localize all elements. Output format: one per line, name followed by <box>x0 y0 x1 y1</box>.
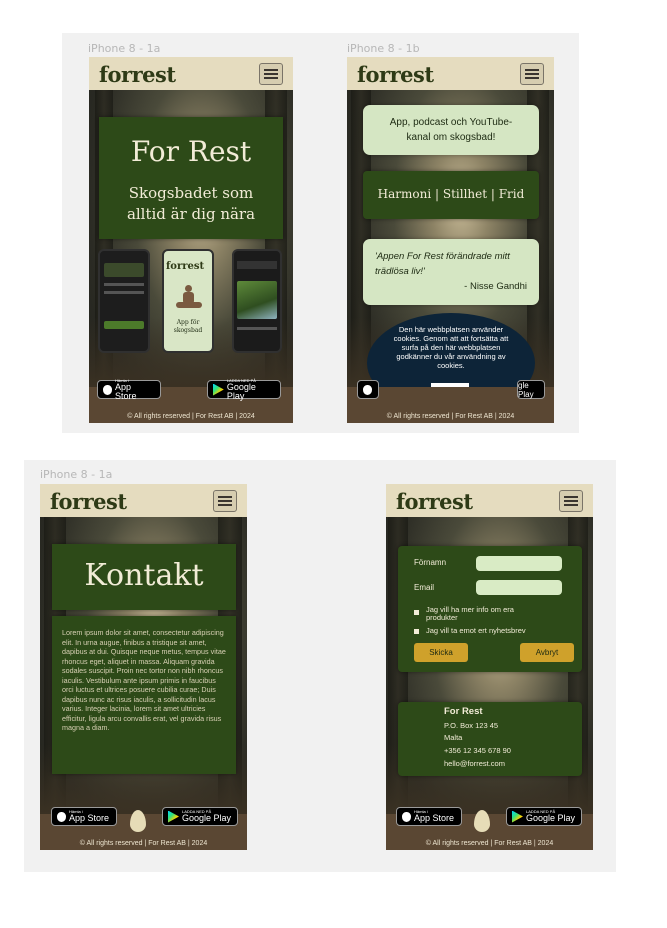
frame-label-1b: iPhone 8 - 1b <box>347 42 420 55</box>
google-play-icon <box>512 810 523 823</box>
logo[interactable]: forrest <box>99 62 176 87</box>
copyright: © All rights reserved | For Rest AB | 20… <box>127 413 255 420</box>
apple-icon <box>363 384 372 395</box>
apple-icon <box>103 384 112 395</box>
apple-icon <box>402 811 411 822</box>
app-mockup-right <box>232 249 282 353</box>
quote-card: 'Appen For Rest förändrade mitt trädlösa… <box>363 239 539 305</box>
header: forrest <box>40 484 247 517</box>
submit-button[interactable]: Skicka <box>414 643 468 662</box>
app-store-button[interactable]: Hämta i App Store <box>97 378 161 400</box>
google-play-button[interactable]: LADDA NED PÅ Google Play <box>207 378 281 400</box>
google-play-icon <box>213 383 224 396</box>
cookie-text: Den här webbplatsen använder cookies. Ge… <box>393 325 509 370</box>
google-play-button[interactable]: gle Play <box>517 380 545 399</box>
leaf-icon <box>130 810 146 832</box>
app-mockup-center: forrest App för skogsbad <box>162 249 214 353</box>
screen-contact: forrest Kontakt Lorem ipsum dolor sit am… <box>40 484 247 850</box>
contact-title-box: Kontakt <box>52 544 236 610</box>
hamburger-menu-icon[interactable] <box>213 490 237 512</box>
cancel-button[interactable]: Avbryt <box>520 643 574 662</box>
newsletter-checkbox-label: Jag vill ta emot ert nyhetsbrev <box>426 626 526 635</box>
apple-icon <box>57 811 66 822</box>
meditation-figure-icon <box>176 285 202 309</box>
app-store-button[interactable]: Hämta i App Store <box>51 807 117 826</box>
info-checkbox[interactable] <box>414 610 419 615</box>
header: forrest <box>347 57 554 90</box>
quote-author: - Nisse Gandhi <box>464 281 527 292</box>
logo[interactable]: forrest <box>357 62 434 87</box>
contact-body-box: Lorem ipsum dolor sit amet, consectetur … <box>52 616 236 774</box>
hamburger-menu-icon[interactable] <box>559 490 583 512</box>
hero-box: For Rest Skogsbadet som alltid är dig nä… <box>99 117 283 239</box>
leaf-icon <box>474 810 490 832</box>
copyright: © All rights reserved | For Rest AB | 20… <box>425 840 554 847</box>
company-name: For Rest <box>444 706 483 717</box>
intro-card: App, podcast och YouTube-kanal om skogsb… <box>363 105 539 155</box>
newsletter-checkbox[interactable] <box>414 629 419 634</box>
copyright: © All rights reserved | For Rest AB | 20… <box>386 413 515 420</box>
hamburger-menu-icon[interactable] <box>520 63 544 85</box>
google-play-icon <box>168 810 179 823</box>
info-checkbox-label: Jag vill ha mer info om era produkter <box>426 605 514 622</box>
app-store-button[interactable] <box>357 380 379 399</box>
logo[interactable]: forrest <box>50 489 127 514</box>
screen-contact-form: forrest Förnamn Email Jag vill ha mer in… <box>386 484 593 850</box>
mockup-caption: App för skogsbad <box>173 319 203 334</box>
contact-title: Kontakt <box>84 558 204 593</box>
frame-label-1a: iPhone 8 - 1a <box>88 42 161 55</box>
address-box-line: P.O. Box 123 45 <box>444 721 499 730</box>
footer: Hämta i App Store LADDA NED PÅ Google Play… <box>40 807 247 850</box>
hero-subtitle: Skogsbadet som alltid är dig nära <box>126 184 256 223</box>
tagline: Harmoni | Stillhet | Frid <box>377 187 525 201</box>
google-play-button[interactable]: LADDA NED PÅ Google Play <box>506 807 582 826</box>
address-email[interactable]: hello@forrest.com <box>444 758 505 771</box>
firstname-label: Förnamn <box>414 558 447 567</box>
google-play-button[interactable]: LADDA NED PÅ Google Play <box>162 807 238 826</box>
contact-form: Förnamn Email Jag vill ha mer info om er… <box>398 546 582 672</box>
screen-about: forrest App, podcast och YouTube-kanal o… <box>347 57 554 423</box>
hero-title: For Rest <box>130 135 252 168</box>
address-phone: +356 12 345 678 90 <box>444 746 511 755</box>
footer: gle Play © All rights reserved | For Res… <box>347 380 554 423</box>
app-mockup-left <box>98 249 150 353</box>
address-city: Malta <box>444 733 463 742</box>
footer: Hämta i App Store LADDA NED PÅ Google Play… <box>89 378 293 423</box>
screen-home: forrest For Rest Skogsbadet som alltid ä… <box>89 57 293 423</box>
intro-text: App, podcast och YouTube-kanal om skogsb… <box>389 117 513 143</box>
email-input[interactable] <box>476 580 562 595</box>
email-label: Email <box>414 583 435 592</box>
footer: Hämta i App Store LADDA NED PÅ Google Play… <box>386 807 593 850</box>
quote-text: 'Appen For Rest förändrade mitt trädlösa… <box>375 251 510 277</box>
logo[interactable]: forrest <box>396 489 473 514</box>
header: forrest <box>89 57 293 90</box>
contact-body-text: Lorem ipsum dolor sit amet, consectetur … <box>62 628 226 732</box>
frame-label-1a-bottom: iPhone 8 - 1a <box>40 468 113 481</box>
address-box: For Rest P.O. Box 123 45 Malta +356 12 3… <box>398 702 582 776</box>
app-store-button[interactable]: Hämta i App Store <box>396 807 462 826</box>
hamburger-menu-icon[interactable] <box>259 63 283 85</box>
firstname-input[interactable] <box>476 556 562 571</box>
tagline-box: Harmoni | Stillhet | Frid <box>363 171 539 219</box>
header: forrest <box>386 484 593 517</box>
copyright: © All rights reserved | For Rest AB | 20… <box>79 840 208 847</box>
